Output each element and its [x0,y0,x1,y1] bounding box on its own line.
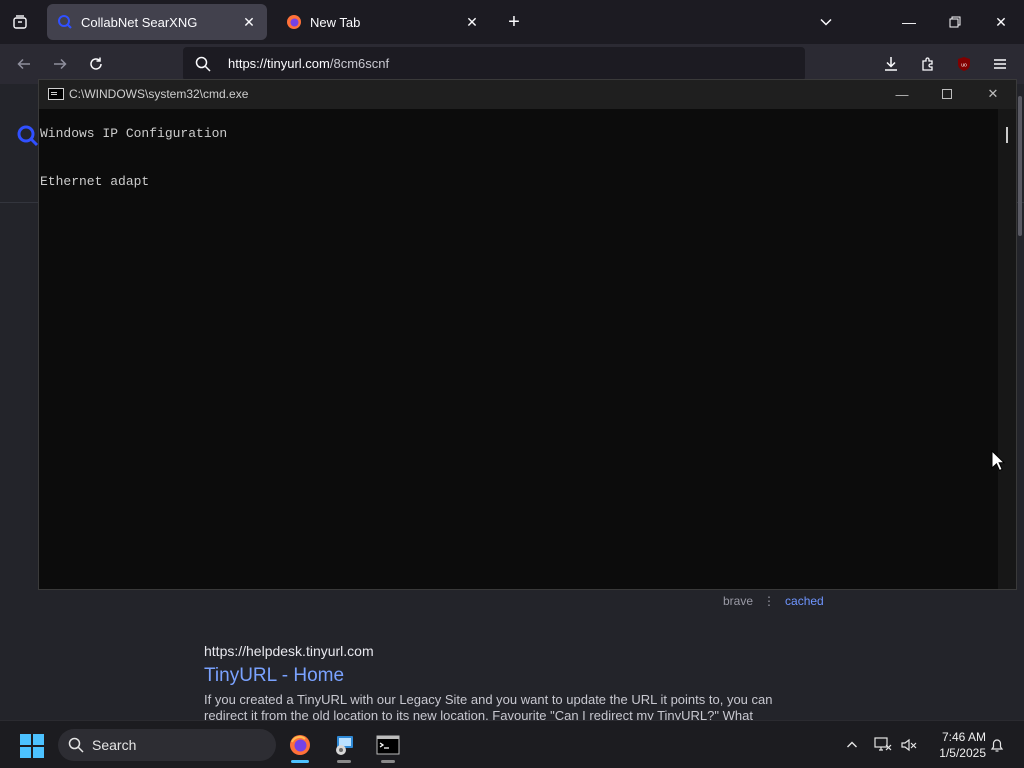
page-scrollbar[interactable] [1018,96,1022,236]
windows-start-icon[interactable] [20,734,44,758]
clock-time: 7:46 AM [941,730,986,744]
hamburger-menu-icon[interactable] [988,52,1012,76]
running-indicator [381,760,395,763]
mouse-cursor-icon [991,449,1006,477]
taskbar-firefox-icon[interactable] [282,727,318,763]
searxng-logo-icon[interactable] [16,124,40,153]
console-line: Windows IP Configuration [40,126,228,141]
volume-muted-icon[interactable] [897,733,921,757]
tab-list-icon[interactable] [8,10,32,34]
restore-window-icon[interactable] [940,8,970,36]
clock-date: 1/5/2025 [939,746,986,760]
tab-new-tab[interactable]: New Tab ✕ [276,4,490,40]
minimize-window-icon[interactable]: — [894,8,924,36]
active-indicator [291,760,309,763]
network-display-icon[interactable] [871,733,895,757]
chevron-up-icon[interactable] [840,733,864,757]
scroll-thumb[interactable] [1006,127,1008,143]
forward-arrow-icon[interactable] [48,52,72,76]
navigation-toolbar: https://tinyurl.com/8cm6scnf uo [0,44,1024,84]
taskbar-search-box[interactable]: Search [58,729,276,761]
result-snippet: If you created a TinyURL with our Legacy… [204,692,773,720]
meta-separator: ⋮ [763,594,776,608]
firefox-favicon-icon [286,14,302,30]
extensions-puzzle-icon[interactable] [916,52,940,76]
taskbar: Search 7:46 AM 1/5/2025 [0,720,1024,768]
search-icon [195,56,211,77]
running-indicator [337,760,351,763]
result-title-link[interactable]: TinyURL - Home [204,665,344,687]
cached-link[interactable]: cached [785,594,824,608]
console-scrollbar[interactable] [998,109,1016,589]
console-output[interactable]: Windows IP Configuration Ethernet adapt [39,109,999,589]
cmd-title-bar[interactable]: C:\WINDOWS\system32\cmd.exe — ✕ [39,80,1016,109]
close-tab-icon[interactable]: ✕ [460,10,484,34]
svg-text:uo: uo [961,63,967,69]
close-tab-icon[interactable]: ✕ [237,10,261,34]
engine-name: brave [723,594,754,608]
cmd-window[interactable]: C:\WINDOWS\system32\cmd.exe — ✕ Windows … [38,79,1017,590]
browser-tab-bar: CollabNet SearXNG ✕ New Tab ✕ + — ✕ [0,0,1024,44]
ublock-origin-icon[interactable]: uo [952,52,976,76]
new-tab-plus-icon[interactable]: + [502,10,526,34]
cmd-title: C:\WINDOWS\system32\cmd.exe [69,87,249,101]
result-url[interactable]: https://helpdesk.tinyurl.com [204,643,374,659]
close-window-icon[interactable]: ✕ [986,8,1016,36]
address-bar[interactable]: https://tinyurl.com/8cm6scnf [183,47,805,81]
close-icon[interactable]: ✕ [979,83,1007,105]
reload-icon[interactable] [84,52,108,76]
chevron-down-icon[interactable] [814,10,838,34]
result-meta: brave ⋮ cached [723,594,824,608]
taskbar-cmd-icon[interactable] [370,727,406,763]
system-clock[interactable]: 7:46 AM 1/5/2025 [926,729,986,761]
minimize-icon[interactable]: — [888,83,916,105]
back-arrow-icon[interactable] [12,52,36,76]
notification-bell-icon[interactable] [985,733,1009,757]
taskbar-search-label: Search [92,737,137,753]
console-line: Ethernet adapt [40,174,150,189]
tab-title: CollabNet SearXNG [81,14,198,30]
cmd-app-icon [48,88,64,100]
tab-collabnet-searxng[interactable]: CollabNet SearXNG ✕ [47,4,267,40]
search-icon [68,737,84,753]
tab-title: New Tab [310,14,361,30]
taskbar-network-app-icon[interactable] [326,727,362,763]
url-text[interactable]: https://tinyurl.com/8cm6scnf [228,56,389,71]
maximize-icon[interactable] [933,83,961,105]
searxng-favicon-icon [57,14,73,30]
downloads-icon[interactable] [879,52,903,76]
